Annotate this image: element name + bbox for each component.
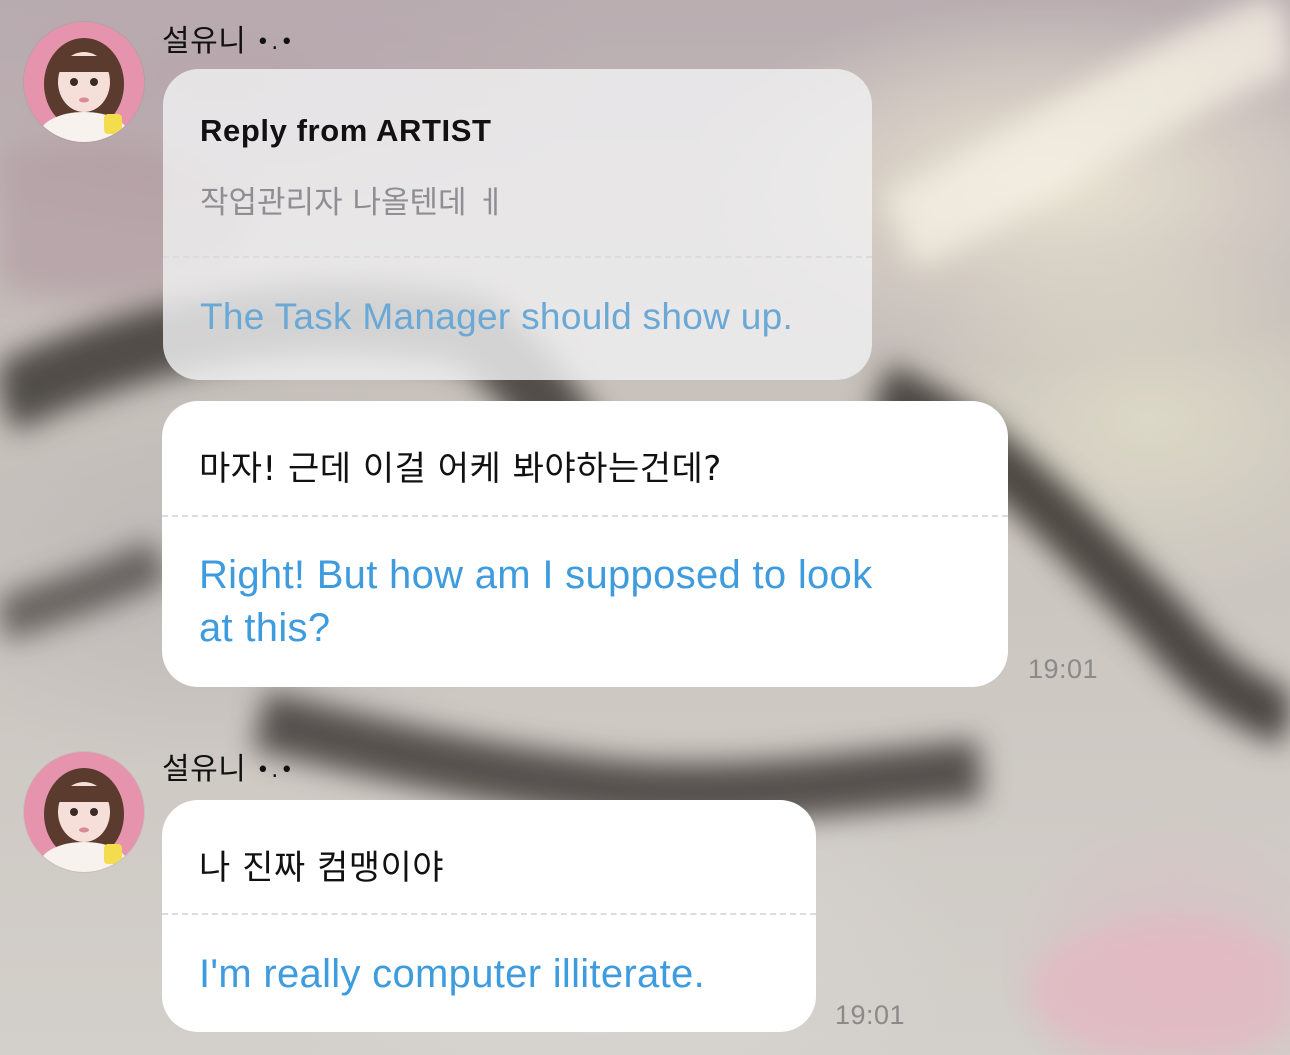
message-divider	[162, 913, 816, 915]
reply-translated-text: The Task Manager should show up.	[200, 296, 794, 337]
sender-name-text: 설유니	[162, 752, 247, 787]
message-bubble[interactable]: 나 진짜 컴맹이야 I'm really computer illiterate…	[162, 800, 816, 1032]
sender-name: 설유니 •.•	[162, 16, 295, 60]
reply-bubble[interactable]: Reply from ARTIST 작업관리자 나올텐데 ㅔ The Task …	[163, 69, 872, 380]
sender-name-text: 설유니	[162, 24, 247, 59]
message-divider	[162, 515, 1008, 517]
sender-avatar[interactable]	[24, 752, 144, 872]
translated-line-2: at this?	[199, 606, 331, 650]
message-group: 설유니 •.• 나 진짜 컴맹이야 I'm really computer ill…	[0, 728, 1290, 1048]
message-timestamp: 19:01	[835, 1000, 906, 1030]
message-translated-text: Right! But how am I supposed to look at …	[199, 549, 872, 655]
message-group: 설유니 •.• Reply from ARTIST 작업관리자 나올텐데 ㅔ Th…	[0, 0, 1290, 700]
message-translated-text: I'm really computer illiterate.	[199, 952, 705, 996]
avatar-image	[24, 752, 144, 872]
message-bubble[interactable]: 마자! 근데 이걸 어케 봐야하는건데? Right! But how am I…	[162, 401, 1008, 687]
sender-status-icon: •.•	[256, 758, 296, 783]
reply-divider	[163, 256, 872, 258]
sender-status-icon: •.•	[256, 30, 296, 55]
sender-name: 설유니 •.•	[162, 744, 295, 788]
reply-original-text: 작업관리자 나올텐데 ㅔ	[200, 185, 505, 221]
message-timestamp: 19:01	[1028, 654, 1099, 684]
avatar-image	[24, 22, 144, 142]
reply-title: Reply from ARTIST	[200, 113, 492, 148]
translated-line-1: Right! But how am I supposed to look	[199, 553, 873, 597]
message-original-text: 나 진짜 컴맹이야	[199, 848, 445, 888]
sender-avatar[interactable]	[24, 22, 144, 142]
message-original-text: 마자! 근데 이걸 어케 봐야하는건데?	[199, 449, 722, 489]
